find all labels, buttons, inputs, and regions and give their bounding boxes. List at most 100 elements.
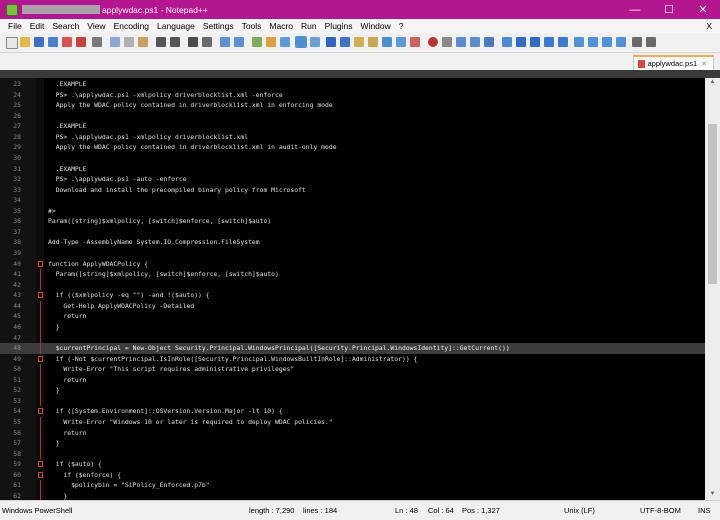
code-line[interactable]: 37: [0, 227, 705, 238]
code-line[interactable]: 24 PS> .\applywdac.ps1 -xmlpolicy driver…: [0, 90, 705, 101]
word-wrap-icon[interactable]: [280, 37, 290, 47]
menu-tools[interactable]: Tools: [242, 21, 262, 31]
monitoring-icon[interactable]: [382, 37, 392, 47]
zoom-in-icon[interactable]: [220, 37, 230, 47]
minimize-button[interactable]: —: [618, 0, 652, 19]
code-line[interactable]: 43 if (($xmlpolicy -eq "") -and !($auto)…: [0, 290, 705, 301]
plugin-tool4-icon[interactable]: [558, 37, 568, 47]
code-line[interactable]: 61 $policybin = "SiPolicy_Enforced.p7b": [0, 480, 705, 491]
code-line[interactable]: 27 .EXAMPLE: [0, 121, 705, 132]
code-line[interactable]: 44 Get-Help ApplyWDACPolicy -Detailed: [0, 300, 705, 312]
menu-encoding[interactable]: Encoding: [114, 21, 149, 31]
code-line[interactable]: 31 .EXAMPLE: [0, 164, 705, 175]
code-line[interactable]: 59 if ($auto) {: [0, 459, 705, 470]
code-line[interactable]: 55 Write-Error "Windows 10 or later is r…: [0, 417, 705, 428]
arrow-left-icon[interactable]: [602, 37, 612, 47]
menu-close-document[interactable]: X: [706, 21, 712, 31]
arrow-right-icon[interactable]: [616, 37, 626, 47]
replace-icon[interactable]: [202, 37, 212, 47]
code-line[interactable]: 52 }: [0, 385, 705, 396]
redo-icon[interactable]: [170, 37, 180, 47]
menu-window[interactable]: Window: [361, 21, 391, 31]
code-line[interactable]: 51 return: [0, 374, 705, 386]
menu-run[interactable]: Run: [301, 21, 317, 31]
plugin-tool3-icon[interactable]: [544, 37, 554, 47]
code-line[interactable]: 45 return: [0, 311, 705, 322]
fold-toggle-icon[interactable]: [38, 292, 43, 299]
arrow-down-icon[interactable]: [588, 37, 598, 47]
paste-icon[interactable]: [138, 37, 148, 47]
print-icon[interactable]: [92, 37, 102, 47]
close-button[interactable]: ✕: [686, 0, 720, 19]
code-line[interactable]: 50 Write-Error "This script requires adm…: [0, 364, 705, 375]
code-line[interactable]: 32 PS> .\applywdac.ps1 -auto -enforce: [0, 174, 705, 185]
find-icon[interactable]: [188, 37, 198, 47]
code-line[interactable]: 30: [0, 153, 705, 164]
maximize-button[interactable]: ☐: [652, 0, 686, 19]
menu-file[interactable]: File: [8, 21, 22, 31]
panel-icon[interactable]: [396, 37, 406, 47]
code-line[interactable]: 58: [0, 448, 705, 460]
save-macro-icon[interactable]: [484, 37, 494, 47]
sync-vertical-icon[interactable]: [252, 37, 262, 47]
folder-workspace-icon[interactable]: [368, 37, 378, 47]
code-line[interactable]: 49 if (-Not $currentPrincipal.IsInRole([…: [0, 354, 705, 365]
clear-icon[interactable]: [410, 37, 420, 47]
code-line[interactable]: 53: [0, 395, 705, 407]
code-line[interactable]: 28 PS> .\applywdac.ps1 -xmlpolicy driver…: [0, 132, 705, 143]
code-line[interactable]: 23 .EXAMPLE: [0, 79, 705, 90]
tab-close-icon[interactable]: ✕: [701, 60, 707, 68]
code-editor[interactable]: 23 .EXAMPLE 24 PS> .\applywdac.ps1 -xmlpo…: [0, 78, 705, 500]
scroll-up-arrow-icon[interactable]: ▲: [708, 79, 717, 87]
code-line[interactable]: 26: [0, 111, 705, 122]
code-line[interactable]: 57 }: [0, 438, 705, 449]
arrow-up-icon[interactable]: [574, 37, 584, 47]
code-line[interactable]: 48 $currentPrincipal = New-Object Securi…: [0, 343, 705, 354]
compare-icon[interactable]: [502, 37, 512, 47]
scroll-down-arrow-icon[interactable]: ▼: [708, 491, 717, 499]
plugin-tool2-icon[interactable]: [530, 37, 540, 47]
code-line[interactable]: 56 return: [0, 427, 705, 439]
copy-icon[interactable]: [124, 37, 134, 47]
menu-edit[interactable]: Edit: [30, 21, 45, 31]
undo-icon[interactable]: [156, 37, 166, 47]
sync-horizontal-icon[interactable]: [266, 37, 276, 47]
fold-toggle-icon[interactable]: [38, 260, 43, 267]
code-line[interactable]: 29 Apply the WDAC policy contained in dr…: [0, 142, 705, 153]
stop-macro-icon[interactable]: [442, 37, 452, 47]
all-characters-icon[interactable]: [295, 36, 307, 48]
code-line[interactable]: 41 Param([string]$xmlpolicy, [switch]$en…: [0, 269, 705, 280]
fold-toggle-icon[interactable]: [38, 408, 43, 415]
zoom-out-icon[interactable]: [234, 37, 244, 47]
menu-language[interactable]: Language: [157, 21, 195, 31]
code-line[interactable]: 33 Download and install the precompiled …: [0, 185, 705, 196]
menu-help[interactable]: ?: [399, 21, 404, 31]
code-line[interactable]: 34: [0, 195, 705, 206]
record-macro-icon[interactable]: [428, 37, 438, 47]
code-line[interactable]: 62 }: [0, 490, 705, 500]
indent-guide-icon[interactable]: [310, 37, 320, 47]
fold-toggle-icon[interactable]: [38, 461, 43, 468]
menu-plugins[interactable]: Plugins: [325, 21, 353, 31]
code-line[interactable]: 40 function ApplyWDACPolicy {: [0, 259, 705, 270]
user-language-icon[interactable]: [326, 37, 336, 47]
tab-applywdac[interactable]: applywdac.ps1 ✕: [632, 55, 714, 70]
code-line[interactable]: 47: [0, 332, 705, 344]
notepadpp-app-icon[interactable]: [6, 3, 18, 16]
play-macro-icon[interactable]: [456, 37, 466, 47]
fold-toggle-icon[interactable]: [38, 355, 43, 362]
close-file-icon[interactable]: [62, 37, 72, 47]
save-all-icon[interactable]: [48, 37, 58, 47]
status-eol[interactable]: Unix (LF): [564, 506, 595, 515]
open-file-icon[interactable]: [20, 37, 30, 47]
close-all-icon[interactable]: [76, 37, 86, 47]
menu-settings[interactable]: Settings: [203, 21, 234, 31]
code-line[interactable]: 36 Param([string]$xmlpolicy, [switch]$enf…: [0, 216, 705, 227]
document-map-icon[interactable]: [340, 37, 350, 47]
plugin-tool5-icon[interactable]: [632, 37, 642, 47]
code-line[interactable]: 38 Add-Type -AssemblyName System.IO.Compr…: [0, 237, 705, 248]
code-line[interactable]: 54 if ([System.Environment]::OSVersion.V…: [0, 406, 705, 417]
code-line[interactable]: 39: [0, 248, 705, 259]
save-icon[interactable]: [34, 37, 44, 47]
new-file-icon[interactable]: [6, 37, 18, 49]
